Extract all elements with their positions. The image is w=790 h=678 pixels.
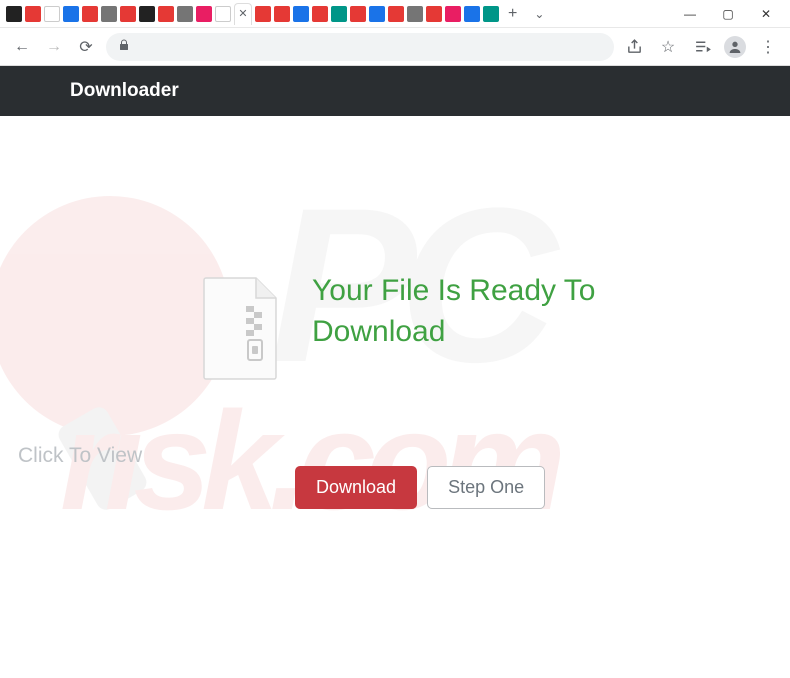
- window-controls: — ▢ ✕: [672, 2, 784, 26]
- close-window-button[interactable]: ✕: [748, 2, 784, 26]
- tab-favicon[interactable]: [101, 6, 117, 22]
- tab-favicon[interactable]: [483, 6, 499, 22]
- tab-favicon[interactable]: [445, 6, 461, 22]
- page-header: Downloader: [0, 66, 790, 116]
- tab-favicon[interactable]: [177, 6, 193, 22]
- new-tab-button[interactable]: +: [502, 5, 523, 23]
- reload-button[interactable]: ⟳: [74, 35, 98, 59]
- main-content: Your File Is Ready To Download: [0, 116, 790, 381]
- tab-favicon[interactable]: [312, 6, 328, 22]
- button-row: Download Step One: [295, 466, 545, 509]
- tab-favicon[interactable]: [44, 6, 60, 22]
- tab-favicon[interactable]: [215, 6, 231, 22]
- download-button[interactable]: Download: [295, 466, 417, 509]
- browser-titlebar: ✕ + ⌄ — ▢ ✕: [0, 0, 790, 28]
- forward-button[interactable]: →: [42, 35, 66, 59]
- tab-favicon[interactable]: [255, 6, 271, 22]
- tab-favicon[interactable]: [407, 6, 423, 22]
- tab-favicon[interactable]: [63, 6, 79, 22]
- tab-favicon[interactable]: [426, 6, 442, 22]
- page-content: Downloader PC risk.com Click To View: [0, 66, 790, 678]
- tab-favicon[interactable]: [274, 6, 290, 22]
- browser-toolbar: ← → ⟳ ☆ ⋮: [0, 28, 790, 66]
- tab-favicon[interactable]: [158, 6, 174, 22]
- menu-button[interactable]: ⋮: [756, 35, 780, 59]
- minimize-button[interactable]: —: [672, 2, 708, 26]
- back-button[interactable]: ←: [10, 35, 34, 59]
- watermark-overlay-text: Click To View: [18, 444, 142, 468]
- tab-favicon[interactable]: [388, 6, 404, 22]
- tab-overflow-chevron-icon[interactable]: ⌄: [534, 7, 544, 21]
- file-zip-icon: [200, 276, 282, 381]
- profile-avatar[interactable]: [724, 36, 746, 58]
- headline: Your File Is Ready To Download: [312, 271, 652, 352]
- address-bar[interactable]: [106, 33, 614, 61]
- page-title: Downloader: [70, 80, 179, 102]
- bookmark-star-icon[interactable]: ☆: [656, 35, 680, 59]
- tab-favicon[interactable]: [293, 6, 309, 22]
- tab-favicon[interactable]: [331, 6, 347, 22]
- lock-icon: [118, 39, 130, 54]
- tab-favicon[interactable]: [350, 6, 366, 22]
- tab-favicon[interactable]: [196, 6, 212, 22]
- step-one-button[interactable]: Step One: [427, 466, 545, 509]
- reading-list-icon[interactable]: [690, 35, 714, 59]
- tab-favicon[interactable]: [139, 6, 155, 22]
- maximize-button[interactable]: ▢: [710, 2, 746, 26]
- tab-favicon[interactable]: [120, 6, 136, 22]
- tab-favicon[interactable]: [6, 6, 22, 22]
- tab-favicon[interactable]: [82, 6, 98, 22]
- tab-favicon[interactable]: [25, 6, 41, 22]
- tab-favicon[interactable]: [464, 6, 480, 22]
- tab-favicon[interactable]: [369, 6, 385, 22]
- share-icon[interactable]: [622, 35, 646, 59]
- active-tab[interactable]: ✕: [234, 3, 252, 25]
